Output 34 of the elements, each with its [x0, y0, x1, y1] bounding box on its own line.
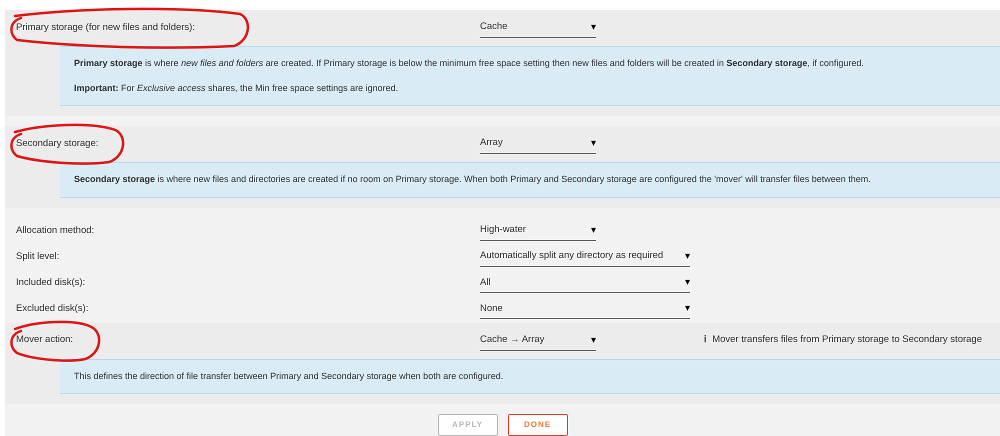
help-text: Important: For Exclusive access shares, the Min free space settings are ignored. — [74, 82, 400, 95]
caret-icon: ▾ — [591, 222, 596, 238]
help-text: This defines the direction of file transfer between Primary and Secondary storage when both are configured. — [74, 370, 504, 383]
dropdown[interactable]: None ▾ — [480, 299, 690, 320]
dropdown[interactable]: All ▾ — [480, 273, 690, 294]
caret-icon: ▾ — [591, 136, 596, 151]
dropdown-value: Automatically split any directory as required — [480, 249, 664, 264]
caret-icon: ▾ — [591, 20, 596, 35]
caret-icon: ▾ — [685, 275, 690, 290]
caret-icon: ▾ — [591, 332, 596, 348]
dropdown[interactable]: High-water ▾ — [480, 220, 596, 241]
dropdown[interactable]: Cache → Array ▾ — [480, 330, 596, 350]
dropdown[interactable]: Array ▾ — [480, 134, 596, 154]
caret-icon: ▾ — [685, 301, 690, 316]
setting-label: Included disk(s): — [16, 276, 86, 290]
setting-label: Allocation method: — [16, 224, 96, 238]
setting-label: Secondary storage: — [16, 136, 100, 151]
help-text: Primary storage is where new files and folders are created. If Primary storage is below the minimum free space setting then new files and folders will be created in Secondary storage, if configured. — [74, 57, 865, 70]
setting-label: Mover action: — [16, 333, 74, 348]
setting-label: Primary storage (for new files and folders): — [16, 20, 196, 35]
dropdown-value: Cache → Array — [480, 332, 544, 347]
setting-label: Split level: — [16, 250, 60, 264]
dropdown-value: All — [480, 276, 491, 290]
info-icon: ℹ — [704, 333, 706, 348]
dropdown-value: None — [480, 302, 503, 316]
info-note: Mover transfers files from Primary storage to Secondary storage — [712, 333, 982, 348]
dropdown-value: High-water — [480, 223, 526, 237]
dropdown[interactable]: Cache ▾ — [480, 18, 596, 38]
dropdown-value: Array — [480, 136, 503, 150]
help-text: Secondary storage is where new files and directories are created if no room on Primary storage. When both Primary and Secondary storage are configured the 'mover' will transfer files between them. — [74, 173, 872, 186]
dropdown[interactable]: Automatically split any directory as required ▾ — [480, 246, 690, 267]
caret-icon: ▾ — [685, 248, 690, 264]
setting-label: Excluded disk(s): — [16, 302, 90, 316]
dropdown-value: Cache — [480, 20, 508, 34]
